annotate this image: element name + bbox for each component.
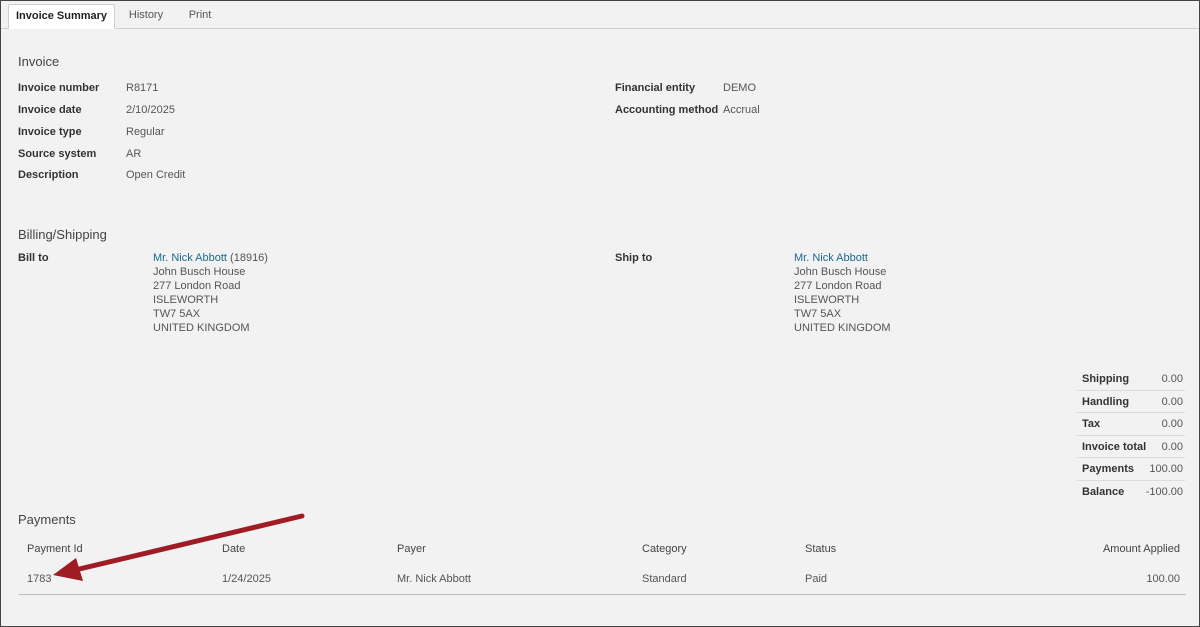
bill-to-line-5: UNITED KINGDOM xyxy=(153,322,250,334)
accounting-method-label: Accounting method xyxy=(615,104,719,116)
col-header-date[interactable]: Date xyxy=(222,543,245,555)
tax-total-value: 0.00 xyxy=(1161,418,1183,430)
col-header-status[interactable]: Status xyxy=(805,543,836,555)
balance-label: Balance xyxy=(1082,485,1125,498)
accounting-method-value: Accrual xyxy=(723,104,760,116)
col-header-category[interactable]: Category xyxy=(642,543,687,555)
payment-date: 1/24/2025 xyxy=(222,573,271,585)
tab-print[interactable]: Print xyxy=(177,4,223,29)
invoice-total-value: 0.00 xyxy=(1161,440,1183,453)
invoice-number-label: Invoice number xyxy=(18,82,100,94)
payment-amount-applied: 100.00 xyxy=(1146,573,1180,585)
payments-section-title: Payments xyxy=(18,512,76,527)
totals-row-invoice-total: Invoice total 0.00 xyxy=(1077,436,1185,458)
shipping-total-label: Shipping xyxy=(1082,373,1130,385)
invoice-window: Invoice Summary History Print Invoice In… xyxy=(0,0,1200,627)
billing-shipping-title: Billing/Shipping xyxy=(18,227,107,242)
payment-id-link[interactable]: 1783 xyxy=(27,573,51,585)
bill-to-name-link[interactable]: Mr. Nick Abbott xyxy=(153,252,227,264)
invoice-type-value: Regular xyxy=(126,126,165,138)
tab-bar: Invoice Summary History Print xyxy=(1,1,1199,29)
bill-to-customer-id: (18916) xyxy=(230,252,268,264)
bill-to-line-3: ISLEWORTH xyxy=(153,294,219,306)
shipping-total-value: 0.00 xyxy=(1161,373,1183,385)
col-header-payer[interactable]: Payer xyxy=(397,543,426,555)
handling-total-label: Handling xyxy=(1082,395,1130,408)
payments-total-label: Payments xyxy=(1082,463,1134,475)
invoice-number-value: R8171 xyxy=(126,82,159,94)
ship-to-line-3: ISLEWORTH xyxy=(794,294,860,306)
invoice-date-label: Invoice date xyxy=(18,104,82,116)
tax-total-label: Tax xyxy=(1082,418,1101,430)
totals-row-tax: Tax 0.00 xyxy=(1077,413,1185,436)
totals-row-balance: Balance -100.00 xyxy=(1077,481,1185,504)
totals-row-payments: Payments 100.00 xyxy=(1077,458,1185,481)
tab-invoice-summary[interactable]: Invoice Summary xyxy=(8,4,115,29)
payer-link[interactable]: Mr. Nick Abbott xyxy=(397,573,471,585)
ship-to-line-1: John Busch House xyxy=(794,266,887,278)
financial-entity-label: Financial entity xyxy=(615,82,696,94)
invoice-type-label: Invoice type xyxy=(18,126,82,138)
financial-entity-value: DEMO xyxy=(723,82,756,94)
ship-to-label: Ship to xyxy=(615,252,653,264)
ship-to-line-2: 277 London Road xyxy=(794,280,882,292)
ship-to-line-4: TW7 5AX xyxy=(794,308,842,320)
ship-to-line-5: UNITED KINGDOM xyxy=(794,322,891,334)
payment-status: Paid xyxy=(805,573,828,585)
ship-to-address: Mr. Nick Abbott John Busch House 277 Lon… xyxy=(794,251,891,335)
bill-to-address: Mr. Nick Abbott (18916) John Busch House… xyxy=(153,251,268,335)
invoice-date-value: 2/10/2025 xyxy=(126,104,175,116)
tab-history[interactable]: History xyxy=(118,4,174,29)
bill-to-label: Bill to xyxy=(18,252,49,264)
bill-to-line-1: John Busch House xyxy=(153,266,246,278)
source-system-label: Source system xyxy=(18,148,97,160)
description-value: Open Credit xyxy=(126,169,186,181)
payments-total-value: 100.00 xyxy=(1149,463,1183,475)
source-system-value: AR xyxy=(126,148,142,160)
handling-total-value: 0.00 xyxy=(1161,395,1183,408)
payment-category: Standard xyxy=(642,573,687,585)
balance-value: -100.00 xyxy=(1145,485,1183,498)
col-header-payment-id[interactable]: Payment Id xyxy=(27,543,83,555)
totals-row-shipping: Shipping 0.00 xyxy=(1077,368,1185,391)
bill-to-line-4: TW7 5AX xyxy=(153,308,201,320)
invoice-section-title: Invoice xyxy=(18,54,60,69)
bill-to-line-2: 277 London Road xyxy=(153,280,241,292)
ship-to-name-link[interactable]: Mr. Nick Abbott xyxy=(794,252,868,264)
invoice-totals: Shipping 0.00 Handling 0.00 Tax 0.00 Inv… xyxy=(1077,368,1185,503)
payments-table: Payment Id Date Payer Category Status Am… xyxy=(19,537,1186,595)
description-label: Description xyxy=(18,169,79,181)
col-header-amount-applied[interactable]: Amount Applied xyxy=(1103,543,1180,555)
invoice-total-label: Invoice total xyxy=(1082,440,1147,453)
totals-row-handling: Handling 0.00 xyxy=(1077,391,1185,413)
